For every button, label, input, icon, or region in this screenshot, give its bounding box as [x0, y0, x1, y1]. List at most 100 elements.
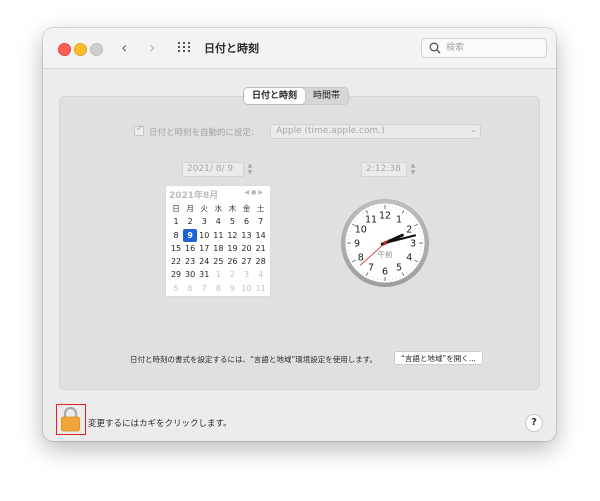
calendar-day[interactable]: 26 — [225, 255, 239, 268]
calendar-grid: 日月火水木金土 1 2 3 4 5 6 7 8 9 10 11 12 13 14 15 16 17 18 19 20 21… — [169, 202, 268, 295]
search-field[interactable] — [421, 38, 547, 58]
auto-set-checkbox[interactable]: ✓ — [134, 124, 144, 136]
calendar-day[interactable]: 31 — [197, 268, 211, 281]
calendar-day[interactable]: 11 — [254, 282, 268, 295]
calendar-week-row: 8 9 10 11 12 13 14 — [169, 228, 268, 242]
zoom-button[interactable] — [90, 43, 103, 56]
calendar-day-selected[interactable]: 9 — [183, 228, 198, 242]
time-field[interactable]: 2:12:38 — [361, 162, 407, 177]
window-title: 日付と時刻 — [204, 42, 259, 55]
calendar-day[interactable]: 20 — [239, 242, 253, 255]
clock-number: 10 — [355, 225, 367, 236]
calendar-day[interactable]: 18 — [211, 242, 225, 255]
calendar-weekday: 木 — [228, 204, 237, 213]
calendar-day[interactable]: 7 — [197, 282, 211, 295]
calendar-day[interactable]: 8 — [169, 229, 183, 242]
calendar-day[interactable]: 6 — [239, 215, 253, 228]
calendar-day[interactable]: 11 — [211, 229, 225, 242]
calendar-day[interactable]: 2 — [225, 268, 239, 281]
minimize-button[interactable] — [74, 43, 87, 56]
time-server-value: Apple (time.apple.com.) — [276, 126, 385, 136]
calendar-day[interactable]: 10 — [239, 282, 253, 295]
calendar-week-row: 1234567 — [169, 215, 268, 228]
lock-label: 変更するにはカギをクリックします。 — [88, 419, 232, 429]
calendar-day[interactable]: 13 — [239, 229, 253, 242]
clock-number: 1 — [396, 214, 402, 225]
calendar-day[interactable]: 30 — [183, 268, 197, 281]
calendar-day[interactable]: 3 — [197, 215, 211, 228]
calendar-day[interactable]: 14 — [254, 229, 268, 242]
tab-time-zone[interactable]: 時間帯 — [305, 88, 348, 104]
tab-date-time[interactable]: 日付と時刻 — [244, 88, 306, 104]
title-bar: ‹ › 日付と時刻 — [43, 28, 556, 69]
calendar-day[interactable]: 2 — [183, 215, 197, 228]
calendar-day[interactable]: 5 — [225, 215, 239, 228]
chevron-right-icon[interactable]: › — [149, 39, 155, 57]
calendar-day[interactable]: 25 — [211, 255, 225, 268]
calendar-weekday-row: 日月火水木金土 — [169, 202, 268, 215]
calendar-weekday: 日 — [172, 204, 180, 213]
calendar-day[interactable]: 21 — [254, 242, 268, 255]
chevron-left-icon[interactable]: ‹ — [121, 39, 127, 57]
calendar-day[interactable]: 12 — [225, 229, 239, 242]
calendar-week-row: 5 6 7 8 9 10 11 — [169, 282, 268, 295]
auto-set-label: 日付と時刻を自動的に設定: — [149, 128, 254, 138]
clock-number: 7 — [368, 263, 374, 274]
clock-number: 9 — [354, 239, 360, 250]
date-field[interactable]: 2021/ 8/ 9 — [182, 162, 244, 177]
clock-am-label: 午前 — [378, 249, 393, 259]
checkmark-icon: ✓ — [136, 124, 144, 134]
clock-number: 4 — [406, 253, 412, 264]
clock-number: 8 — [358, 253, 364, 264]
calendar-day[interactable]: 8 — [211, 282, 225, 295]
calendar-day[interactable]: 7 — [254, 215, 268, 228]
lock-button[interactable] — [56, 404, 86, 435]
help-icon[interactable]: ? — [525, 414, 543, 432]
calendar-day[interactable]: 10 — [197, 229, 211, 242]
format-note: 日付と時刻の書式を設定するには、“言語と地域”環境設定を使用します。 — [130, 355, 378, 364]
calendar-nav-icons[interactable]: ◀●▶ — [245, 189, 265, 196]
calendar-day[interactable]: 23 — [183, 255, 197, 268]
calendar-day[interactable]: 27 — [239, 255, 253, 268]
clock-number: 6 — [382, 267, 388, 278]
calendar-weekday: 金 — [242, 204, 251, 213]
calendar-day[interactable]: 3 — [239, 268, 253, 281]
calendar-weekday: 水 — [214, 204, 223, 213]
search-input[interactable] — [446, 41, 541, 55]
calendar-day[interactable]: 28 — [254, 255, 268, 268]
calendar-day[interactable]: 9 — [225, 282, 239, 295]
open-language-region-button[interactable]: “言語と地域”を開く... — [394, 351, 483, 365]
preferences-window: ‹ › 日付と時刻 日付と時刻 時間帯 ✓ 日付と時刻を自動的に設定: Appl… — [43, 28, 556, 441]
time-stepper-icon[interactable]: ▲ ▼ — [409, 162, 417, 176]
calendar-day[interactable]: 22 — [169, 255, 183, 268]
calendar-day[interactable]: 6 — [183, 282, 197, 295]
calendar-weekday: 火 — [200, 204, 208, 213]
calendar-day[interactable]: 1 — [169, 215, 183, 228]
close-button[interactable] — [58, 43, 71, 56]
time-server-select[interactable]: Apple (time.apple.com.) ⌄ — [270, 124, 481, 139]
date-stepper-icon[interactable]: ▲ ▼ — [246, 162, 254, 176]
calendar-day[interactable]: 17 — [197, 242, 211, 255]
clock-number: 12 — [379, 211, 391, 222]
calendar-day[interactable]: 15 — [169, 242, 183, 255]
grid-icon[interactable] — [178, 42, 192, 54]
search-icon — [429, 42, 441, 54]
calendar-week-row: 22 23 24 25 26 27 28 — [169, 255, 268, 268]
calendar-day[interactable]: 5 — [169, 282, 183, 295]
calendar-day[interactable]: 4 — [254, 268, 268, 281]
calendar-week-row: 29 30 31 1 2 3 4 — [169, 268, 268, 281]
clock-number: 3 — [410, 239, 416, 250]
analog-clock: 12 12 3 45678 9 1011 午前 — [341, 199, 429, 287]
chevron-down-icon: ⌄ — [470, 125, 477, 134]
lock-icon — [61, 406, 80, 432]
calendar-title: 2021年8月 — [169, 191, 219, 201]
tab-bar: 日付と時刻 時間帯 — [243, 87, 350, 105]
calendar-day[interactable]: 1 — [211, 268, 225, 281]
calendar-day[interactable]: 4 — [211, 215, 225, 228]
calendar-day[interactable]: 24 — [197, 255, 211, 268]
calendar-day[interactable]: 19 — [225, 242, 239, 255]
calendar-day[interactable]: 16 — [183, 242, 197, 255]
calendar-day[interactable]: 29 — [169, 268, 183, 281]
calendar-weekday: 土 — [256, 204, 265, 213]
calendar-week-row: 15 16 17 18 19 20 21 — [169, 242, 268, 255]
